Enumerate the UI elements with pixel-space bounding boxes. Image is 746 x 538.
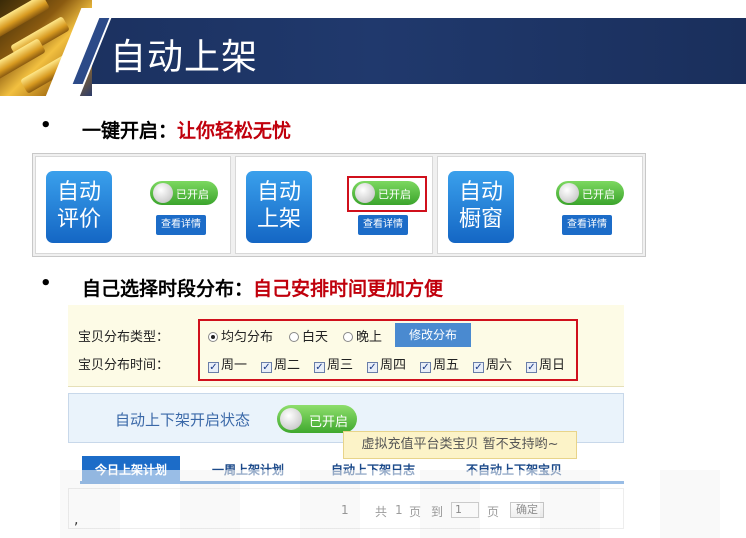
toggle-label: 已开启	[309, 415, 349, 430]
toggle-knob-icon	[559, 183, 579, 203]
toggle-knob-icon	[280, 408, 302, 430]
toggle-knob-icon	[153, 183, 173, 203]
distribution-settings: 宝贝分布类型： 均匀分布 白天 晚上 修改分布 宝贝分布时间： ✓ 周一 ✓ 周二 …	[68, 305, 624, 387]
auto-review-tile[interactable]: 自动 评价	[46, 171, 112, 243]
bullet-lead: 一键开启：	[82, 120, 178, 142]
auto-list-tile[interactable]: 自动 上架	[246, 171, 312, 243]
auto-window-toggle[interactable]: 已开启	[556, 181, 624, 205]
bullet-emphasis: 让你轻松无忧	[177, 120, 292, 142]
bullet-text: 自己选择时段分布：自己安排时间更加方便	[82, 274, 443, 301]
auto-list-detail-button[interactable]: 查看详情	[358, 215, 408, 235]
status-label: 自动上下架开启状态	[115, 411, 251, 429]
bullet-lead: 自己选择时段分布：	[82, 278, 254, 300]
auto-review-toggle[interactable]: 已开启	[150, 181, 218, 205]
footer-mark: ,	[74, 512, 79, 528]
dist-type-label: 宝贝分布类型：	[78, 330, 170, 345]
slide-title: 自动上架	[110, 37, 259, 78]
card-auto-review: 自动 评价 已开启 查看详情	[35, 156, 231, 254]
bullet-dot: •	[40, 115, 52, 136]
auto-window-tile[interactable]: 自动 橱窗	[448, 171, 514, 243]
highlight-box	[198, 319, 578, 381]
highlight-box	[347, 176, 427, 212]
bullet-text: 一键开启：让你轻松无忧	[82, 116, 291, 143]
feature-cards: 自动 评价 已开启 查看详情 自动 上架 已开启 查看详情 自动 橱窗 已开启 查看详…	[32, 153, 646, 257]
toggle-label: 已开启	[176, 188, 209, 201]
auto-review-detail-button[interactable]: 查看详情	[156, 215, 206, 235]
card-auto-list: 自动 上架 已开启 查看详情	[235, 156, 433, 254]
tooltip: 虚拟充值平台类宝贝 暂不支持哟~	[343, 431, 577, 459]
slide-header: 自动上架	[0, 0, 746, 104]
bullet-emphasis: 自己安排时间更加方便	[253, 278, 444, 300]
toggle-label: 已开启	[582, 188, 615, 201]
background-pattern	[0, 470, 746, 538]
dist-time-label: 宝贝分布时间：	[78, 358, 170, 373]
bullet-dot: •	[40, 273, 52, 294]
auto-window-detail-button[interactable]: 查看详情	[562, 215, 612, 235]
status-toggle[interactable]: 已开启	[277, 405, 357, 433]
card-auto-window: 自动 橱窗 已开启 查看详情	[437, 156, 643, 254]
